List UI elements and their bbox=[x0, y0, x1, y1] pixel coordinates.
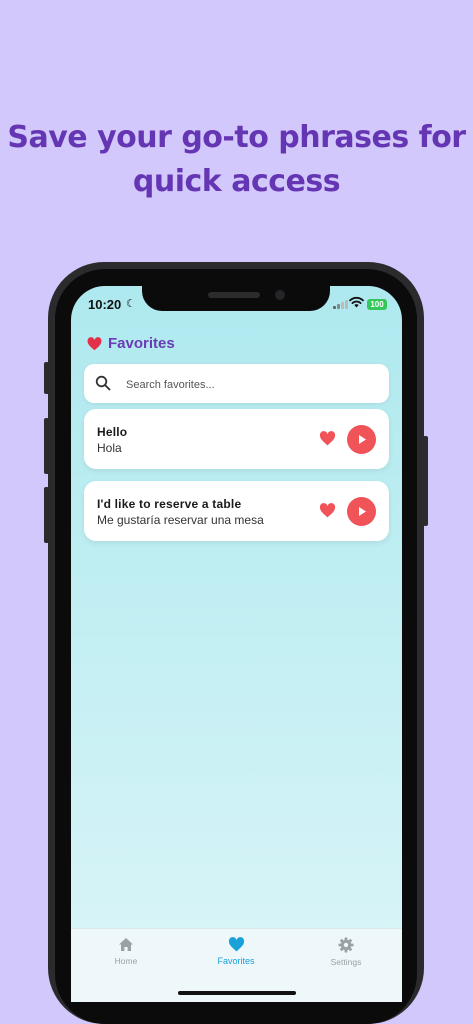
heart-icon bbox=[228, 937, 244, 952]
translation-text: Me gustaría reservar una mesa bbox=[97, 513, 264, 527]
phrase-text: I'd like to reserve a table bbox=[97, 497, 242, 511]
play-button[interactable] bbox=[347, 425, 376, 454]
favorite-card[interactable]: I'd like to reserve a table Me gustaría … bbox=[84, 481, 389, 541]
speaker bbox=[208, 292, 260, 298]
favorite-card[interactable]: Hello Hola bbox=[84, 409, 389, 469]
tab-favorites-label: Favorites bbox=[217, 956, 255, 966]
headline-line-1: Save your go-to phrases for bbox=[7, 120, 466, 155]
play-button[interactable] bbox=[347, 497, 376, 526]
phrase-text: Hello bbox=[97, 425, 128, 439]
side-button-volume-up bbox=[44, 418, 49, 474]
search-bar[interactable] bbox=[84, 364, 389, 403]
status-time: 10:20 bbox=[88, 297, 122, 312]
gear-icon bbox=[338, 937, 354, 953]
side-button-volume-down bbox=[44, 487, 49, 543]
page-title-text: Favorites bbox=[108, 335, 175, 352]
search-icon bbox=[95, 375, 111, 391]
tab-settings[interactable]: Settings bbox=[301, 937, 391, 967]
tab-home-label: Home bbox=[114, 956, 138, 966]
side-button-mute bbox=[44, 362, 49, 394]
home-icon bbox=[119, 938, 133, 951]
battery-indicator: 100 bbox=[367, 299, 387, 310]
camera bbox=[275, 290, 285, 300]
tab-home[interactable]: Home bbox=[81, 937, 171, 966]
play-icon bbox=[358, 507, 366, 516]
translation-text: Hola bbox=[97, 441, 122, 455]
play-icon bbox=[358, 435, 366, 444]
cellular-signal-icon bbox=[333, 300, 348, 309]
notch bbox=[142, 286, 330, 311]
heart-icon bbox=[87, 336, 102, 350]
headline-line-2: quick access bbox=[132, 164, 341, 199]
favorite-heart-icon[interactable] bbox=[319, 431, 336, 446]
moon-icon: ☾ bbox=[126, 298, 136, 310]
tab-settings-label: Settings bbox=[330, 957, 362, 967]
search-input[interactable] bbox=[124, 374, 378, 396]
favorite-heart-icon[interactable] bbox=[319, 503, 336, 518]
tab-favorites[interactable]: Favorites bbox=[191, 937, 281, 966]
headline: Save your go-to phrases for quick access bbox=[0, 116, 473, 204]
page-title: Favorites bbox=[87, 335, 175, 352]
side-button-power bbox=[423, 436, 428, 526]
wifi-icon bbox=[349, 296, 364, 308]
home-indicator bbox=[178, 991, 296, 995]
